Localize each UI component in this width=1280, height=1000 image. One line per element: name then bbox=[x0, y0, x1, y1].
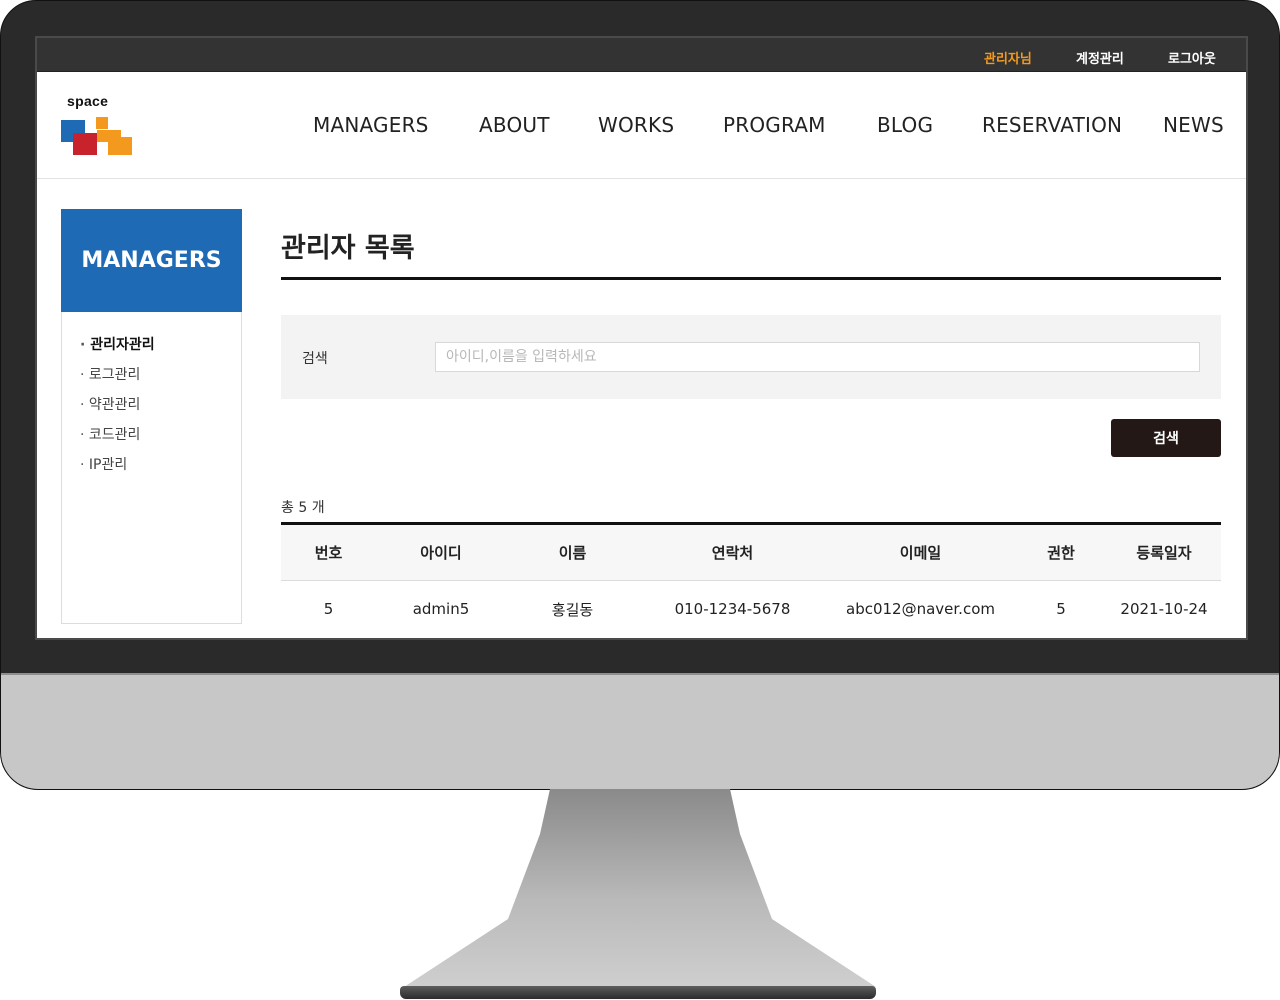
cell-email: abc012@naver.com bbox=[846, 600, 995, 619]
sidebar-item-ip-management[interactable]: IP관리 bbox=[80, 454, 155, 484]
search-panel: 검색 bbox=[281, 315, 1221, 399]
page-title: 관리자 목록 bbox=[281, 233, 415, 264]
sidebar-title: MANAGERS bbox=[61, 209, 242, 312]
sidebar-item-admin-management[interactable]: 관리자관리 bbox=[80, 334, 154, 364]
sidebar-item-terms-management[interactable]: 약관관리 bbox=[80, 394, 155, 424]
admin-table: 번호 아이디 이름 연락처 이메일 권한 등록일자 5 admin5 홍길동 0 bbox=[281, 522, 1221, 638]
cell-id[interactable]: admin5 bbox=[376, 581, 506, 638]
monitor-stand-neck bbox=[404, 789, 876, 987]
sidebar-item-code-management[interactable]: 코드관리 bbox=[80, 424, 155, 454]
nav-works[interactable]: WORKS bbox=[598, 113, 674, 137]
search-label: 검색 bbox=[302, 351, 328, 367]
column-header-email: 이메일 bbox=[826, 523, 1015, 581]
utility-bar: 관리자님 계정관리 로그아웃 bbox=[37, 38, 1246, 72]
logo-text[interactable]: space bbox=[67, 93, 108, 109]
site-header: space MANAGERS ABOUT WORKS PROGRAM BLOG … bbox=[37, 72, 1246, 179]
search-button[interactable]: 검색 bbox=[1111, 419, 1221, 457]
sidebar-item-log-management[interactable]: 로그관리 bbox=[80, 364, 155, 394]
table-row[interactable]: 5 admin5 홍길동 010-1234-5678 abc012@naver.… bbox=[281, 581, 1221, 638]
title-divider bbox=[281, 277, 1221, 280]
column-header-name: 이름 bbox=[506, 523, 639, 581]
nav-news[interactable]: NEWS bbox=[1163, 113, 1224, 137]
sidebar: MANAGERS 관리자관리 로그관리 약관관리 코드관리 IP관리 bbox=[61, 209, 242, 624]
column-header-registered-date: 등록일자 bbox=[1107, 523, 1221, 581]
logout-link[interactable]: 로그아웃 bbox=[1168, 48, 1216, 67]
nav-reservation[interactable]: RESERVATION bbox=[982, 113, 1122, 137]
cell-number: 5 bbox=[323, 600, 334, 619]
admin-user-link[interactable]: 관리자님 bbox=[984, 48, 1032, 67]
account-settings-link[interactable]: 계정관리 bbox=[1076, 48, 1124, 67]
cell-permission: 5 bbox=[1056, 600, 1066, 619]
sidebar-menu: 관리자관리 로그관리 약관관리 코드관리 IP관리 bbox=[80, 334, 155, 484]
logo-mark-icon[interactable] bbox=[61, 117, 133, 155]
cell-phone: 010-1234-5678 bbox=[674, 600, 791, 619]
screen: 관리자님 계정관리 로그아웃 space MANAGERS ABOUT WORK… bbox=[35, 36, 1248, 640]
monitor-stand-base bbox=[400, 986, 876, 999]
column-header-permission: 권한 bbox=[1015, 523, 1107, 581]
nav-managers[interactable]: MANAGERS bbox=[313, 113, 429, 137]
search-input[interactable] bbox=[435, 342, 1200, 372]
monitor-frame: 관리자님 계정관리 로그아웃 space MANAGERS ABOUT WORK… bbox=[0, 0, 1280, 790]
cell-name: 홍길동 bbox=[551, 600, 594, 619]
column-header-phone: 연락처 bbox=[639, 523, 826, 581]
nav-program[interactable]: PROGRAM bbox=[723, 113, 826, 137]
total-count: 총 5 개 bbox=[281, 500, 325, 516]
column-header-number: 번호 bbox=[281, 523, 376, 581]
nav-blog[interactable]: BLOG bbox=[877, 113, 933, 137]
column-header-id: 아이디 bbox=[376, 523, 506, 581]
table-header-row: 번호 아이디 이름 연락처 이메일 권한 등록일자 bbox=[281, 523, 1221, 581]
monitor-chin bbox=[1, 673, 1279, 789]
nav-about[interactable]: ABOUT bbox=[479, 113, 550, 137]
cell-registered-date: 2021-10-24 bbox=[1120, 600, 1208, 619]
